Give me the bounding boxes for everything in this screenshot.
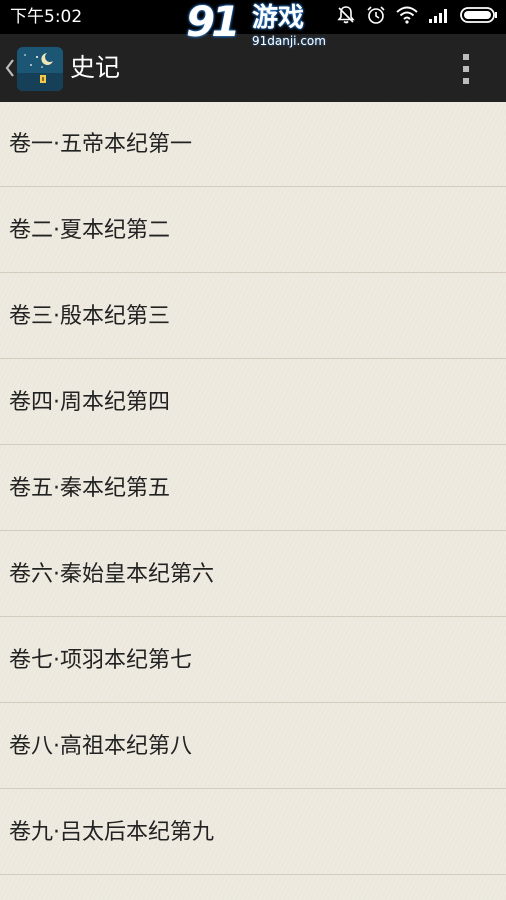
- chapter-label: 卷三·殷本纪第三: [9, 304, 170, 329]
- watermark-logo-number: 91: [186, 0, 240, 46]
- chapter-label: 卷八·高祖本纪第八: [9, 734, 192, 759]
- status-icons: [336, 6, 498, 28]
- list-item[interactable]: 卷五·秦本纪第五: [0, 446, 506, 531]
- chapter-label: 卷九·吕太后本纪第九: [9, 820, 214, 845]
- app-icon[interactable]: [17, 47, 63, 91]
- chapter-label: 卷七·项羽本纪第七: [9, 648, 192, 673]
- chapter-label: 卷二·夏本纪第二: [9, 218, 170, 243]
- list-item[interactable]: 卷一·五帝本纪第一: [0, 102, 506, 187]
- list-item[interactable]: [0, 876, 506, 900]
- list-item[interactable]: 卷三·殷本纪第三: [0, 274, 506, 359]
- chapter-label: 卷四·周本纪第四: [9, 390, 170, 415]
- wifi-icon: [396, 6, 418, 28]
- list-item[interactable]: 卷四·周本纪第四: [0, 360, 506, 445]
- list-item[interactable]: 卷六·秦始皇本纪第六: [0, 532, 506, 617]
- list-item[interactable]: 卷二·夏本纪第二: [0, 188, 506, 273]
- notification-off-icon: [336, 5, 356, 29]
- watermark-url: 91danji.com: [252, 34, 326, 48]
- chapter-label: 卷五·秦本纪第五: [9, 476, 170, 501]
- chapter-label: 卷一·五帝本纪第一: [9, 132, 192, 157]
- chapter-label: 卷六·秦始皇本纪第六: [9, 562, 214, 587]
- chevron-left-icon[interactable]: [4, 56, 16, 80]
- alarm-icon: [366, 5, 386, 29]
- watermark-logo: 91 游戏 91danji.com: [186, 0, 326, 52]
- overflow-menu-icon[interactable]: [456, 52, 476, 86]
- status-time: 下午5:02: [10, 7, 83, 27]
- page-title: 史记: [70, 53, 121, 82]
- chapter-list[interactable]: 卷一·五帝本纪第一 卷二·夏本纪第二 卷三·殷本纪第三 卷四·周本纪第四 卷五·…: [0, 102, 506, 900]
- battery-icon: [460, 6, 498, 28]
- watermark-brand: 游戏: [252, 3, 305, 33]
- list-item[interactable]: 卷七·项羽本纪第七: [0, 618, 506, 703]
- list-item[interactable]: 卷八·高祖本纪第八: [0, 704, 506, 789]
- signal-icon: [428, 7, 450, 27]
- list-item[interactable]: 卷九·吕太后本纪第九: [0, 790, 506, 875]
